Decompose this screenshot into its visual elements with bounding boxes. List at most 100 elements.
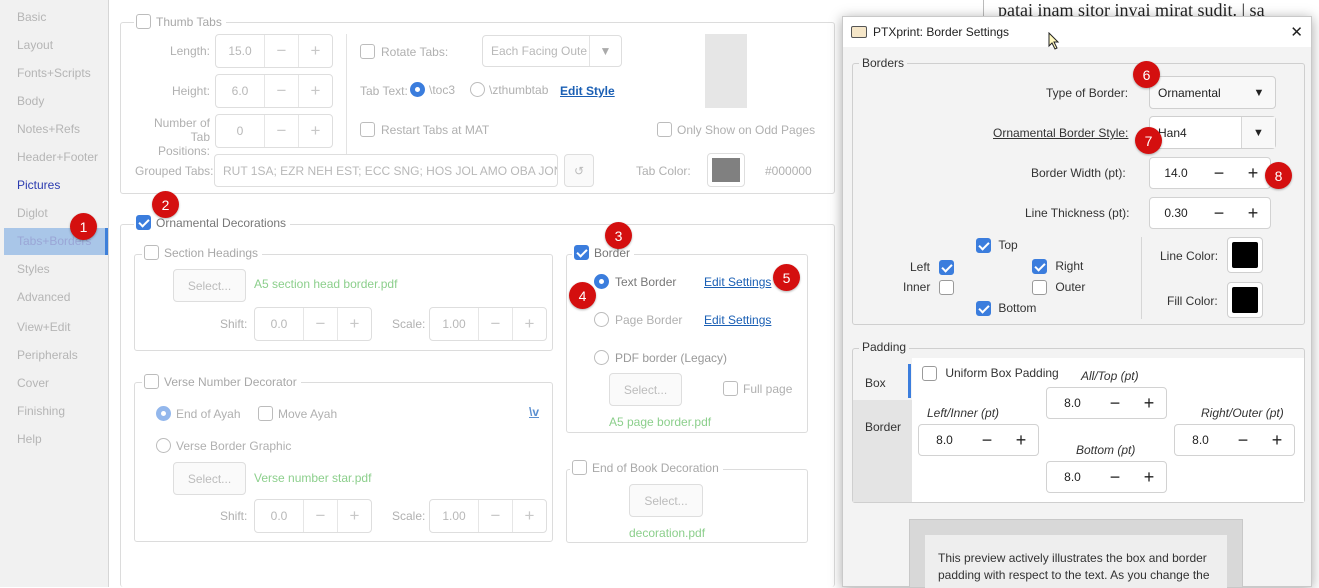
- sidebar-item-layout[interactable]: Layout: [17, 38, 53, 52]
- grouped-tabs-input[interactable]: RUT 1SA; EZR NEH EST; ECC SNG; HOS JOL A…: [214, 154, 558, 187]
- ornamental-checkbox[interactable]: [136, 215, 151, 230]
- pdf-border-radio[interactable]: [594, 350, 609, 365]
- edit-style-link[interactable]: Edit Style: [560, 84, 615, 98]
- sidebar-item-fonts-scripts[interactable]: Fonts+Scripts: [17, 66, 91, 80]
- bottom-padding-value[interactable]: 8.0: [1047, 462, 1098, 492]
- verse-shift-value[interactable]: 0.0: [255, 500, 303, 532]
- sidebar-item-peripherals[interactable]: Peripherals: [17, 348, 78, 362]
- border-style-value[interactable]: Han4: [1150, 126, 1241, 140]
- top-checkbox[interactable]: [976, 238, 991, 254]
- zthumbtab-radio[interactable]: [470, 82, 485, 97]
- plus-icon[interactable]: +: [298, 115, 332, 147]
- border-width-value[interactable]: 14.0: [1150, 158, 1202, 188]
- plus-icon[interactable]: +: [512, 308, 546, 340]
- plus-icon[interactable]: +: [1236, 198, 1270, 228]
- minus-icon[interactable]: −: [264, 35, 298, 67]
- verse-number-checkbox[interactable]: [144, 374, 159, 389]
- toc3-option[interactable]: \toc3: [410, 82, 455, 97]
- minus-icon[interactable]: −: [1226, 425, 1260, 455]
- plus-icon[interactable]: +: [1132, 388, 1166, 418]
- top-option[interactable]: Top: [976, 238, 1018, 254]
- move-ayah-checkbox[interactable]: [258, 406, 273, 421]
- end-of-ayah-radio[interactable]: [156, 406, 171, 421]
- section-headings-select-button[interactable]: Select...: [173, 269, 246, 302]
- v-marker-link[interactable]: \v: [529, 405, 539, 419]
- length-spinner[interactable]: 15.0 − +: [215, 34, 333, 68]
- close-icon[interactable]: ✕: [1290, 23, 1303, 41]
- page-border-edit-settings-link[interactable]: Edit Settings: [704, 313, 771, 327]
- tab-border-label[interactable]: Border: [865, 420, 901, 434]
- left-option[interactable]: Left: [910, 260, 955, 276]
- verse-border-graphic-option[interactable]: Verse Border Graphic: [156, 438, 291, 453]
- sidebar-item-advanced[interactable]: Advanced: [17, 290, 70, 304]
- section-shift-value[interactable]: 0.0: [255, 308, 303, 340]
- minus-icon[interactable]: −: [1202, 158, 1236, 188]
- plus-icon[interactable]: +: [298, 75, 332, 107]
- chevron-down-icon[interactable]: ▼: [1241, 117, 1275, 148]
- outer-option[interactable]: Outer: [1032, 280, 1085, 296]
- text-border-radio[interactable]: [594, 274, 609, 289]
- full-page-checkbox[interactable]: [723, 381, 738, 396]
- chevron-down-icon[interactable]: ▼: [1243, 87, 1275, 99]
- all-top-value[interactable]: 8.0: [1047, 388, 1098, 418]
- line-thickness-value[interactable]: 0.30: [1150, 198, 1202, 228]
- left-inner-spinner[interactable]: 8.0 − +: [918, 424, 1039, 456]
- outer-checkbox[interactable]: [1032, 280, 1047, 296]
- plus-icon[interactable]: +: [337, 308, 371, 340]
- plus-icon[interactable]: +: [1260, 425, 1294, 455]
- line-thickness-spinner[interactable]: 0.30 − +: [1149, 197, 1271, 229]
- sidebar-item-styles[interactable]: Styles: [17, 262, 50, 276]
- restart-tabs-checkbox[interactable]: [360, 122, 375, 137]
- sidebar-item-diglot[interactable]: Diglot: [17, 206, 48, 220]
- section-shift-spinner[interactable]: 0.0 − +: [254, 307, 372, 341]
- zthumbtab-option[interactable]: \zthumbtab: [470, 82, 548, 97]
- right-outer-value[interactable]: 8.0: [1175, 425, 1226, 455]
- border-width-spinner[interactable]: 14.0 − +: [1149, 157, 1271, 189]
- border-checkbox[interactable]: [574, 245, 589, 260]
- line-color-button[interactable]: [1227, 237, 1263, 273]
- minus-icon[interactable]: −: [303, 308, 337, 340]
- minus-icon[interactable]: −: [264, 115, 298, 147]
- toc3-radio[interactable]: [410, 82, 425, 97]
- sidebar-item-pictures[interactable]: Pictures: [17, 178, 60, 192]
- full-page-option[interactable]: Full page: [723, 381, 792, 396]
- minus-icon[interactable]: −: [264, 75, 298, 107]
- verse-scale-value[interactable]: 1.00: [430, 500, 478, 532]
- sidebar-item-view-edit[interactable]: View+Edit: [17, 320, 70, 334]
- sidebar-item-basic[interactable]: Basic: [17, 10, 46, 24]
- page-border-option[interactable]: Page Border: [594, 312, 682, 327]
- bottom-padding-spinner[interactable]: 8.0 − +: [1046, 461, 1167, 493]
- plus-icon[interactable]: +: [512, 500, 546, 532]
- verse-select-button[interactable]: Select...: [173, 462, 246, 495]
- right-checkbox[interactable]: [1032, 259, 1047, 275]
- right-option[interactable]: Right: [1032, 259, 1083, 275]
- uniform-padding-option[interactable]: Uniform Box Padding: [922, 366, 1059, 382]
- inner-checkbox[interactable]: [938, 280, 954, 296]
- sidebar-item-finishing[interactable]: Finishing: [17, 404, 65, 418]
- text-border-edit-settings-link[interactable]: Edit Settings: [704, 275, 771, 289]
- sidebar-item-header-footer[interactable]: Header+Footer: [17, 150, 98, 164]
- uniform-padding-checkbox[interactable]: [922, 366, 937, 382]
- height-spinner[interactable]: 6.0 − +: [215, 74, 333, 108]
- section-scale-spinner[interactable]: 1.00 − +: [429, 307, 547, 341]
- type-of-border-select[interactable]: Ornamental ▼: [1149, 76, 1276, 109]
- page-border-radio[interactable]: [594, 312, 609, 327]
- minus-icon[interactable]: −: [1202, 198, 1236, 228]
- left-inner-value[interactable]: 8.0: [919, 425, 970, 455]
- border-style-select[interactable]: Han4 ▼: [1149, 116, 1276, 149]
- ornamental-border-style-link[interactable]: Ornamental Border Style:: [993, 126, 1128, 140]
- right-outer-spinner[interactable]: 8.0 − +: [1174, 424, 1295, 456]
- minus-icon[interactable]: −: [1098, 388, 1132, 418]
- section-headings-checkbox[interactable]: [144, 245, 159, 260]
- thumb-tabs-checkbox[interactable]: [136, 14, 151, 29]
- verse-border-graphic-radio[interactable]: [156, 438, 171, 453]
- height-value[interactable]: 6.0: [216, 75, 264, 107]
- bottom-checkbox[interactable]: [976, 301, 991, 317]
- sidebar-item-help[interactable]: Help: [17, 432, 42, 446]
- pdf-border-option[interactable]: PDF border (Legacy): [594, 350, 727, 365]
- sidebar-item-body[interactable]: Body: [17, 94, 44, 108]
- plus-icon[interactable]: +: [337, 500, 371, 532]
- verse-shift-spinner[interactable]: 0.0 − +: [254, 499, 372, 533]
- sidebar-item-cover[interactable]: Cover: [17, 376, 49, 390]
- end-of-book-select-button[interactable]: Select...: [629, 484, 703, 517]
